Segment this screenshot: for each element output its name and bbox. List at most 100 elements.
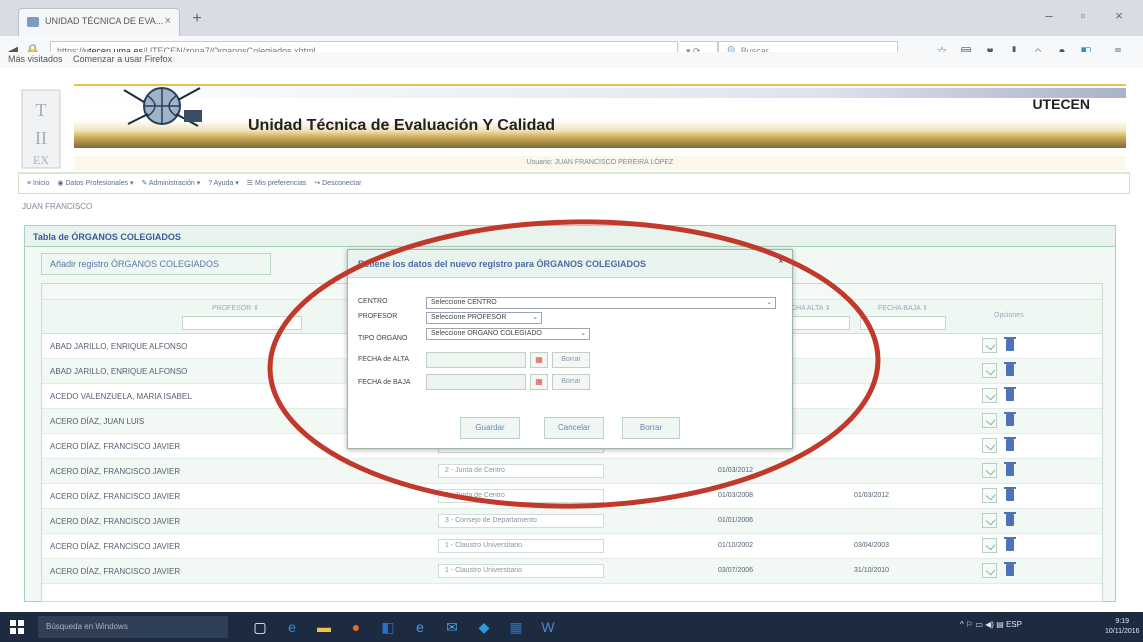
delete-icon[interactable]: [1004, 537, 1016, 551]
add-record-button[interactable]: Añadir registro ÓRGANOS COLEGIADOS: [41, 253, 271, 275]
edit-icon[interactable]: [982, 513, 997, 528]
maximize-icon[interactable]: ▫: [1070, 8, 1096, 23]
delete-icon[interactable]: [1004, 562, 1016, 576]
cell-fecha-alta: 01/03/2012: [718, 467, 754, 474]
header-profesor[interactable]: PROFESOR ⇕: [212, 304, 259, 312]
label-centro: CENTRO: [358, 298, 388, 305]
menu-item-home[interactable]: ≡ Inicio: [27, 180, 49, 187]
tab-close-icon[interactable]: ×: [165, 15, 171, 27]
chevron-down-icon: ⌄: [532, 314, 538, 321]
bookmark-most-visited[interactable]: Más visitados: [8, 54, 63, 64]
menu-item-administration[interactable]: ✎ Administración ▾: [141, 180, 200, 187]
filter-fecha-baja-input[interactable]: [860, 316, 946, 330]
delete-icon[interactable]: [1004, 387, 1016, 401]
delete-icon[interactable]: [1004, 437, 1016, 451]
cell-organo[interactable]: 3 - Consejo de Departamento: [438, 514, 604, 528]
user-line: Usuario: JUAN FRANCISCO PEREIRA LÓPEZ: [74, 156, 1126, 170]
site-banner: T II EX Unidad Técnica de Evaluación Y C…: [18, 80, 1130, 170]
fecha-alta-input[interactable]: [426, 352, 526, 368]
dialog-close-icon[interactable]: ×: [776, 256, 786, 266]
taskbar-search-input[interactable]: Búsqueda en Windows: [38, 616, 228, 638]
ie-icon[interactable]: e: [410, 617, 430, 637]
banner-strip: [74, 84, 1126, 148]
system-clock[interactable]: 9:19 10/11/2016: [1105, 617, 1140, 637]
system-tray[interactable]: ^ ⚐ ▭ ◀) ▤ ESP: [960, 620, 1022, 629]
delete-icon[interactable]: [1004, 462, 1016, 476]
windows-start-icon[interactable]: [10, 620, 24, 634]
calendar-baja-icon[interactable]: ▦: [530, 374, 548, 390]
select-tipo-organo-value: Seleccione ÓRGANO COLEGIADO: [431, 330, 542, 337]
menu-item-help[interactable]: ? Ayuda ▾: [208, 180, 239, 187]
cell-profesor: ACEDO VALENZUELA, MARIA ISABEL: [50, 392, 192, 401]
bookmark-getting-started[interactable]: Comenzar a usar Firefox: [73, 54, 172, 64]
menu-item-preferences[interactable]: ☰ Mis preferencias: [247, 180, 307, 187]
firefox-icon[interactable]: ●: [346, 617, 366, 637]
cancel-button[interactable]: Cancelar: [544, 417, 604, 439]
mail-icon[interactable]: ✉: [442, 617, 462, 637]
browser-tab[interactable]: UNIDAD TÉCNICA DE EVA... ×: [18, 8, 180, 36]
app-icon[interactable]: ◆: [474, 617, 494, 637]
cell-fecha-baja: 01/03/2012: [854, 492, 890, 499]
cell-fecha-alta: 01/01/2006: [718, 517, 754, 524]
select-profesor-value: Seleccione PROFESOR: [431, 314, 507, 321]
minimize-icon[interactable]: –: [1036, 8, 1062, 23]
select-tipo-organo[interactable]: Seleccione ÓRGANO COLEGIADO ⌄: [426, 328, 590, 340]
cell-profesor: ACERO DÍAZ, FRANCISCO JAVIER: [50, 492, 181, 501]
delete-icon[interactable]: [1004, 362, 1016, 376]
cell-profesor: ACERO DÍAZ, FRANCISCO JAVIER: [50, 517, 181, 526]
chevron-down-icon: ⌄: [766, 299, 772, 306]
calendar-alta-icon[interactable]: ▦: [530, 352, 548, 368]
window-close-icon[interactable]: ×: [1106, 8, 1132, 23]
delete-icon[interactable]: [1004, 487, 1016, 501]
edit-icon[interactable]: [982, 463, 997, 478]
delete-icon[interactable]: [1004, 337, 1016, 351]
clock-date: 10/11/2016: [1105, 628, 1140, 635]
delete-icon[interactable]: [1004, 412, 1016, 426]
cell-fecha-alta: 03/07/2006: [718, 567, 754, 574]
site-title: Unidad Técnica de Evaluación Y Calidad: [248, 117, 556, 134]
erase-button[interactable]: Borrar: [622, 417, 680, 439]
header-opciones: Opciones: [994, 312, 1024, 319]
file-explorer-icon[interactable]: ▬: [314, 617, 334, 637]
save-button[interactable]: Guardar: [460, 417, 520, 439]
office-icon[interactable]: W: [538, 617, 558, 637]
bookmarks-bar: Más visitados Comenzar a usar Firefox: [0, 52, 1143, 68]
clock-time: 9:19: [1115, 618, 1130, 625]
browser-tab-bar: UNIDAD TÉCNICA DE EVA... × + – ▫ ×: [0, 0, 1143, 36]
clear-alta-button[interactable]: Borrar: [552, 352, 590, 368]
edit-icon[interactable]: [982, 438, 997, 453]
edit-icon[interactable]: [982, 363, 997, 378]
task-view-icon[interactable]: ▢: [250, 617, 270, 637]
new-tab-button[interactable]: +: [186, 10, 208, 30]
panel-title: Tabla de ÓRGANOS COLEGIADOS: [24, 225, 1116, 247]
label-tipo-organo: TIPO ÓRGANO: [358, 335, 408, 342]
label-profesor: PROFESOR: [358, 313, 398, 320]
main-menu: ≡ Inicio ◉ Datos Profesionales ▾ ✎ Admin…: [18, 172, 1130, 194]
edit-icon[interactable]: [982, 538, 997, 553]
edit-icon[interactable]: [982, 338, 997, 353]
edit-icon[interactable]: [982, 563, 997, 578]
word-icon[interactable]: ▦: [506, 617, 526, 637]
filter-profesor-input[interactable]: [182, 316, 302, 330]
select-profesor[interactable]: Seleccione PROFESOR ⌄: [426, 312, 542, 324]
cell-organo[interactable]: 2 - Junta de Centro: [438, 489, 604, 503]
select-centro[interactable]: Seleccione CENTRO ⌄: [426, 297, 776, 309]
delete-icon[interactable]: [1004, 512, 1016, 526]
tab-title: UNIDAD TÉCNICA DE EVA...: [45, 16, 164, 26]
header-fecha-baja[interactable]: FECHA BAJA ⇕: [878, 304, 928, 312]
menu-item-logout[interactable]: ↪ Desconectar: [314, 180, 361, 187]
cell-fecha-baja: 03/04/2003: [854, 542, 890, 549]
cell-organo[interactable]: 1 - Claustro Universitario: [438, 539, 604, 553]
edit-icon[interactable]: [982, 388, 997, 403]
cell-organo[interactable]: 2 - Junta de Centro: [438, 464, 604, 478]
store-icon[interactable]: ◧: [378, 617, 398, 637]
edit-icon[interactable]: [982, 413, 997, 428]
cell-fecha-alta: 01/03/2008: [718, 492, 754, 499]
edit-icon[interactable]: [982, 488, 997, 503]
menu-item-professional-data[interactable]: ◉ Datos Profesionales ▾: [57, 180, 133, 187]
svg-text:II: II: [35, 128, 47, 148]
cell-organo[interactable]: 1 - Claustro Universitario: [438, 564, 604, 578]
fecha-baja-input[interactable]: [426, 374, 526, 390]
clear-baja-button[interactable]: Borrar: [552, 374, 590, 390]
edge-icon[interactable]: e: [282, 617, 302, 637]
